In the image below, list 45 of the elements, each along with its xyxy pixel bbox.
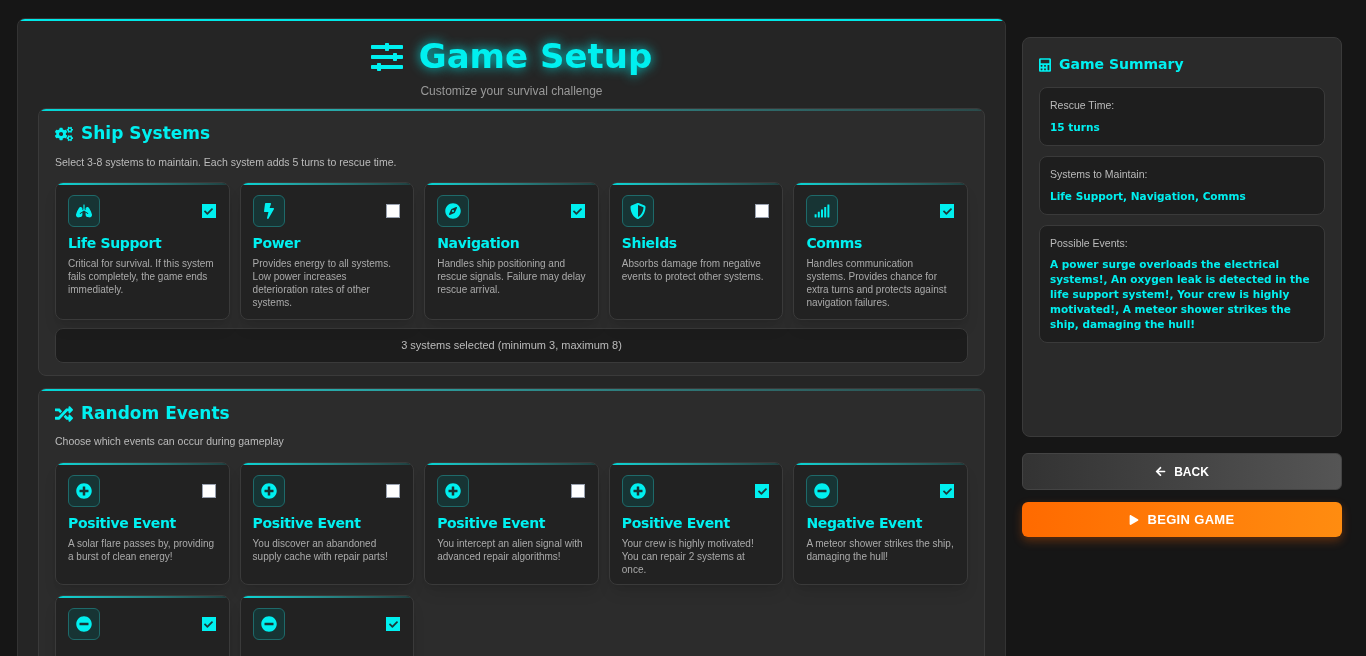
option-title: Negative Event <box>806 514 923 533</box>
section-description: Select 3-8 systems to maintain. Each system adds 5 turns to rescue time. <box>55 154 398 170</box>
option-card[interactable]: Life Support Critical for survival. If this system fails completely, the game ends immediately. <box>55 182 230 321</box>
selection-count: 3 systems selected (minimum 3, maximum 8) <box>55 328 968 363</box>
option-title: Positive Event <box>68 514 177 533</box>
option-title: Power <box>252 234 302 254</box>
option-card[interactable]: Positive Event A solar flare passes by, providing a burst of clean energy! <box>55 462 230 585</box>
option-title: Navigation <box>437 234 521 254</box>
option-description: You discover an abandoned supply cache with repair parts! <box>252 537 389 563</box>
summary-label: Systems to Maintain: <box>1050 166 1149 182</box>
summary-label: Possible Events: <box>1050 235 1129 251</box>
option-card[interactable]: Positive Event You intercept an alien signal with advanced repair algorithms! <box>424 462 599 585</box>
option-description: A meteor shower strikes the ship, damaging the hull! <box>806 537 955 563</box>
option-title: Positive Event <box>252 514 362 533</box>
option-description: Absorbs damage from negative events to protect other systems. <box>621 257 765 284</box>
back-button[interactable]: BACK <box>1022 453 1342 490</box>
option-description: Your crew is highly motivated! You can repair 2 systems at once. <box>621 537 755 576</box>
option-description: You intercept an alien signal with advanced repair algorithms! <box>437 537 584 563</box>
option-description: A solar flare passes by, providing a burst of clean energy! <box>68 537 215 563</box>
summary-value: A power surge overloads the electrical systems!, An oxygen leak is detected in the life support system!, Your crew is highly motivated!, A meteor shower strikes the ship, damaging the hull! <box>1050 257 1311 333</box>
option-title: Life Support <box>68 234 163 254</box>
option-title: Shields <box>621 234 678 254</box>
page-title: Game Setup <box>418 35 653 78</box>
option-card[interactable]: Positive Event You discover an abandoned supply cache with repair parts! <box>239 462 415 585</box>
summary-label: Rescue Time: <box>1050 98 1116 113</box>
option-description: Provides energy to all systems. Low power increases deterioration rates of other systems. <box>252 257 392 310</box>
option-card[interactable]: Power Provides energy to all systems. Low power increases deterioration rates of other systems. <box>239 182 415 321</box>
section-title: Random Events <box>81 401 230 425</box>
summary-value: 15 turns <box>1050 119 1101 135</box>
option-title: Comms <box>806 234 864 254</box>
option-card[interactable]: Negative Event A meteor shower strikes the ship, damaging the hull! <box>793 462 968 585</box>
option-card[interactable]: Comms Handles communication systems. Provides chance for extra turns and protects against navigation failures. <box>793 182 968 321</box>
option-description: Critical for survival. If this system fails completely, the game ends immediately. <box>68 257 215 297</box>
page-subtitle: Customize your survival challenge <box>419 83 604 100</box>
summary-title: Game Summary <box>1059 55 1184 74</box>
option-title: Positive Event <box>621 514 731 533</box>
section-title: Ship Systems <box>81 122 211 145</box>
option-description: Handles communication systems. Provides chance for extra turns and protects against navigation failures. <box>806 257 948 310</box>
option-card[interactable]: Navigation Handles ship positioning and rescue signals. Failure may delay rescue arrival. <box>424 182 599 321</box>
section-description: Choose which events can occur during gameplay <box>55 434 285 450</box>
option-title: Positive Event <box>437 514 547 533</box>
option-description: Handles ship positioning and rescue signals. Failure may delay rescue arrival. <box>437 257 586 297</box>
option-card[interactable]: Positive Event Your crew is highly motivated! You can repair 2 systems at once. <box>608 462 784 585</box>
summary-value: Life Support, Navigation, Comms <box>1050 188 1247 204</box>
option-card[interactable]: Shields Absorbs damage from negative events to protect other systems. <box>608 182 784 321</box>
